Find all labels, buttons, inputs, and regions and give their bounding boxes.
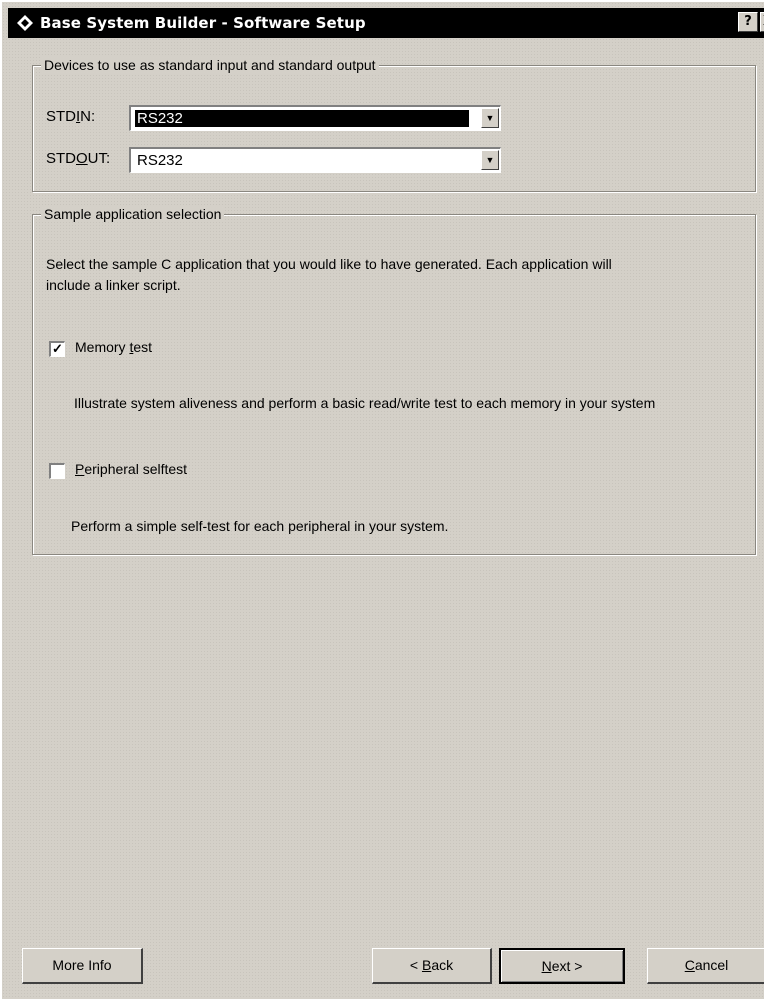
stdout-dropdown[interactable]: RS232 ▼ [129, 147, 501, 173]
memory-test-label[interactable]: Memory test [75, 339, 152, 355]
window-title: Base System Builder - Software Setup [40, 14, 366, 32]
more-info-button[interactable]: More Info [22, 948, 143, 984]
stdin-value: RS232 [135, 110, 469, 127]
chevron-down-icon[interactable]: ▼ [481, 150, 499, 170]
io-devices-legend: Devices to use as standard input and sta… [41, 57, 379, 73]
intro-text: Select the sample C application that you… [46, 256, 612, 293]
stdin-label: STDIN: [46, 108, 96, 125]
xilinx-logo-icon [14, 12, 36, 34]
title-bar[interactable]: Base System Builder - Software Setup ? X [8, 8, 764, 38]
peripheral-selftest-label[interactable]: Peripheral selftest [75, 461, 187, 477]
dialog-window: Base System Builder - Software Setup ? X… [0, 0, 764, 999]
chevron-down-icon[interactable]: ▼ [481, 108, 499, 128]
back-button[interactable]: < Back [372, 948, 492, 984]
sample-application-legend: Sample application selection [41, 206, 225, 222]
stdout-label: STDOUT: [46, 150, 111, 167]
sample-application-group: Sample application selection Select the … [32, 206, 756, 555]
peripheral-selftest-checkbox[interactable] [49, 463, 65, 479]
io-devices-group: Devices to use as standard input and sta… [32, 57, 756, 192]
help-button[interactable]: ? [738, 12, 758, 32]
peripheral-selftest-description: Perform a simple self-test for each peri… [71, 518, 449, 534]
stdout-value: RS232 [137, 152, 183, 169]
memory-test-description: Illustrate system aliveness and perform … [74, 395, 656, 411]
check-icon: ✓ [52, 341, 63, 356]
memory-test-checkbox[interactable]: ✓ [49, 341, 65, 357]
close-button[interactable]: X [760, 12, 764, 32]
next-button[interactable]: Next > [499, 948, 625, 984]
stdin-dropdown[interactable]: RS232 ▼ [129, 105, 501, 131]
cancel-button[interactable]: Cancel [647, 948, 764, 984]
